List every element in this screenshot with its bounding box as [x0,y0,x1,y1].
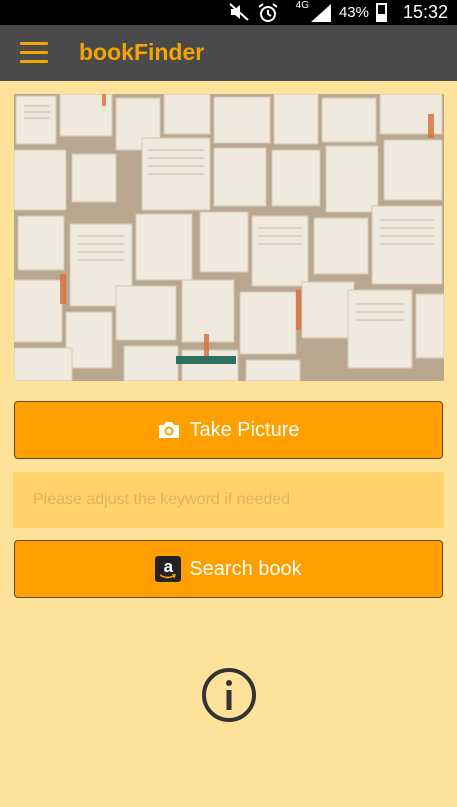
battery-icon [376,3,387,22]
take-picture-label: Take Picture [189,418,300,441]
clock: 15:32 [402,2,448,22]
keyword-input[interactable] [13,472,444,528]
app-bar: bookFinder [0,25,457,81]
search-book-label: Search book [189,557,302,580]
status-bar: 4G 43% 15:32 [0,0,457,25]
battery-percent: 43% [338,4,369,21]
signal-icon [311,4,331,22]
hero-image-book-pages [14,94,444,381]
alarm-icon [258,3,278,22]
app-title: bookFinder [79,39,205,65]
network-type: 4G [295,0,309,11]
info-icon[interactable] [201,667,257,723]
amazon-logo-icon: a [155,556,182,582]
search-book-button[interactable]: a Search book [14,540,443,598]
camera-icon [159,422,180,438]
take-picture-button[interactable]: Take Picture [14,401,443,459]
mute-icon [229,3,249,21]
hamburger-menu-icon[interactable] [20,42,48,64]
